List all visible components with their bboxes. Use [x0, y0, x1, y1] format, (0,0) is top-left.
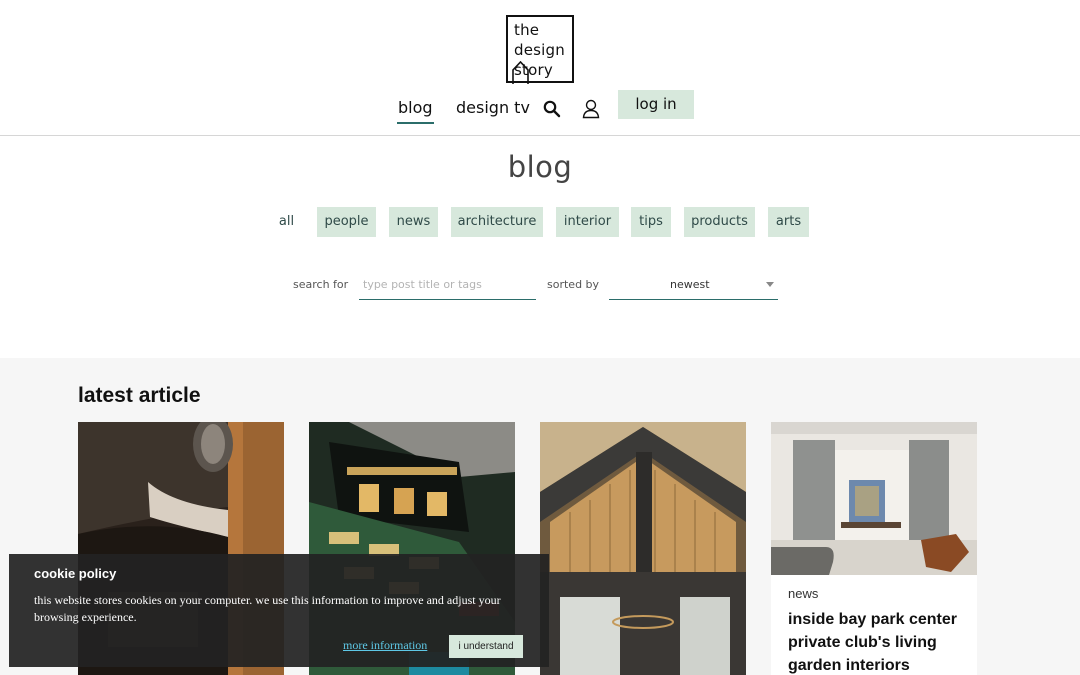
category-news[interactable]: news [389, 207, 438, 237]
nav-design-tv[interactable]: design tv [456, 98, 530, 117]
filter-bar: search for sorted by newest [0, 270, 1080, 302]
article-image [771, 422, 977, 575]
login-button[interactable]: log in [618, 90, 694, 119]
category-interior[interactable]: interior [556, 207, 619, 237]
category-tips[interactable]: tips [631, 207, 671, 237]
logo-line-3: story [514, 61, 553, 79]
logo-line-1: the [514, 21, 540, 39]
article-card[interactable]: news inside bay park center private club… [771, 422, 977, 675]
nav-active-underline [397, 122, 434, 124]
logo[interactable]: the design story [506, 15, 574, 84]
article-image [540, 422, 746, 675]
main-nav: blog design tv log in [0, 90, 1080, 130]
article-title[interactable]: inside bay park center private club's li… [788, 608, 968, 675]
sort-value: newest [670, 278, 710, 291]
category-products[interactable]: products [684, 207, 755, 237]
logo-line-2: design [514, 41, 565, 59]
sort-label: sorted by [547, 278, 600, 291]
more-information-link[interactable]: more information [343, 638, 427, 653]
site-header: the design story blog design tv log in [0, 0, 1080, 136]
search-input[interactable] [359, 270, 536, 300]
sort-select[interactable]: newest [609, 270, 778, 300]
page-title: blog [507, 150, 573, 184]
cookie-title: cookie policy [34, 566, 117, 581]
category-arts[interactable]: arts [768, 207, 809, 237]
category-people[interactable]: people [317, 207, 376, 237]
i-understand-button[interactable]: i understand [449, 635, 523, 658]
cookie-text: this website stores cookies on your comp… [34, 593, 501, 624]
section-title: latest article [78, 384, 201, 407]
category-all[interactable]: all [273, 207, 300, 237]
category-tabs: all people news architecture interior ti… [0, 207, 1080, 237]
article-category: news [788, 586, 819, 601]
user-icon[interactable] [582, 99, 600, 119]
nav-blog[interactable]: blog [398, 98, 433, 117]
cookie-banner: cookie policy this website stores cookie… [9, 554, 549, 667]
article-card[interactable] [540, 422, 746, 675]
search-label: search for [293, 278, 349, 291]
chevron-down-icon [766, 282, 774, 287]
search-icon[interactable] [543, 100, 561, 118]
category-architecture[interactable]: architecture [451, 207, 543, 237]
